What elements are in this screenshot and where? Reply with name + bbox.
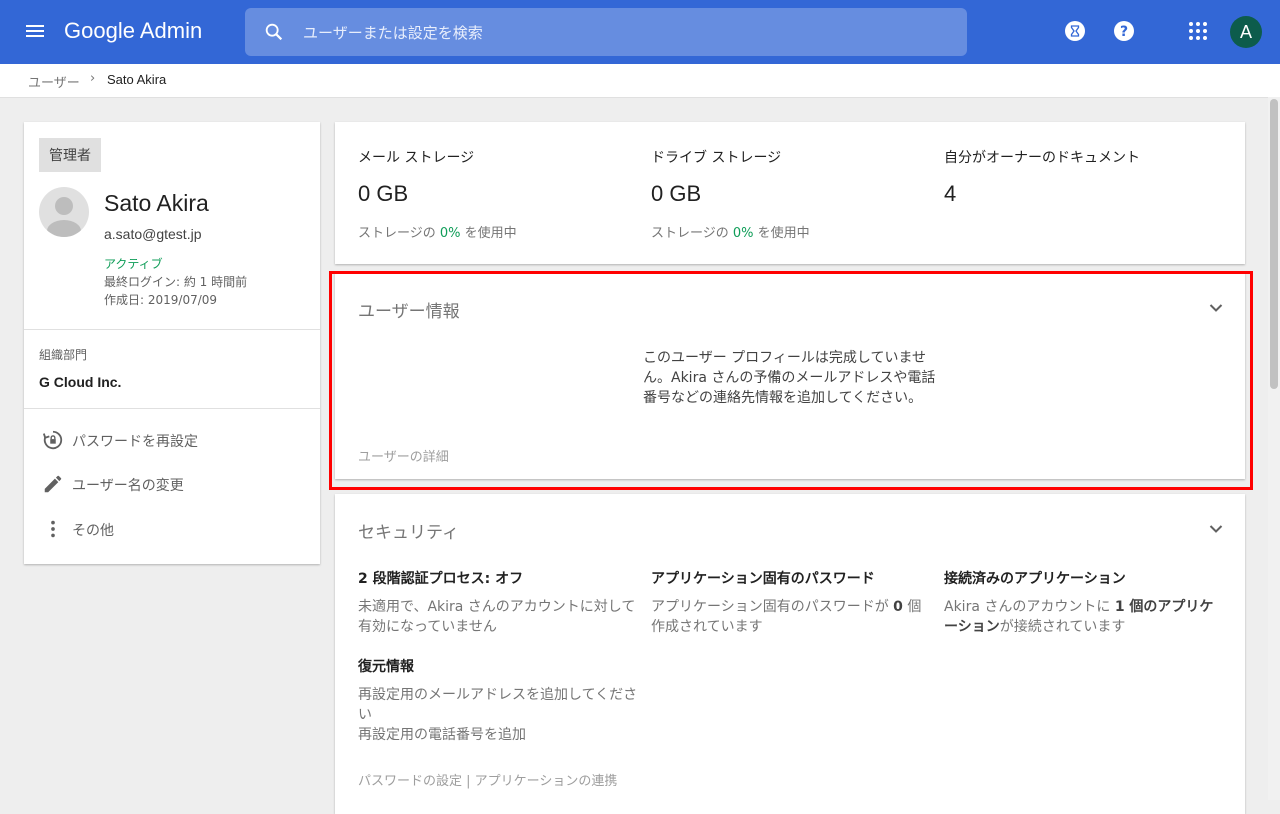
top-app-bar: Google Admin ? A <box>0 0 1280 64</box>
recovery-info[interactable]: 復元情報 再設定用のメールアドレスを追加してください 再設定用の電話番号を追加 <box>358 656 638 745</box>
mail-storage: メール ストレージ 0 GB ストレージの 0% を使用中 <box>358 147 638 241</box>
org-unit-value: G Cloud Inc. <box>39 374 122 390</box>
chevron-right-icon: › <box>90 71 96 86</box>
action-label: ユーザー名の変更 <box>72 478 184 494</box>
app-passwords-body: アプリケーション固有のパスワードが 0 個作成されています <box>651 599 922 635</box>
connected-apps[interactable]: 接続済みのアプリケーション Akira さんのアカウントに 1 個のアプリケーシ… <box>944 568 1224 637</box>
more-actions-button[interactable]: その他 <box>39 514 299 542</box>
storage-value: 4 <box>944 181 957 206</box>
search-box[interactable] <box>245 8 967 56</box>
storage-usage: ストレージの 0% を使用中 <box>651 226 810 241</box>
recovery-title: 復元情報 <box>358 659 414 675</box>
breadcrumb: ユーザー › Sato Akira <box>0 64 1280 98</box>
security-links: パスワードの設定 | アプリケーションの連携 <box>358 770 617 789</box>
connected-apps-body: Akira さんのアカウントに 1 個のアプリケーションが接続されています <box>944 599 1214 635</box>
status-label: アクティブ <box>104 257 163 271</box>
app-logo[interactable]: Google Admin <box>64 18 202 44</box>
two-step-body: 未適用で、Akira さんのアカウントに対して有効になっていません <box>358 599 636 635</box>
help-icon[interactable]: ? <box>1113 20 1135 42</box>
breadcrumb-current: Sato Akira <box>107 72 167 87</box>
security-card[interactable]: セキュリティ 2 段階認証プロセス: オフ 未適用で、Akira さんのアカウン… <box>335 494 1245 814</box>
pencil-icon <box>44 475 62 493</box>
action-label: その他 <box>72 523 114 539</box>
storage-value: 0 GB <box>358 181 409 206</box>
password-settings-link[interactable]: パスワードの設定 <box>358 774 462 789</box>
lock-reset-icon <box>42 430 63 450</box>
app-passwords[interactable]: アプリケーション固有のパスワード アプリケーション固有のパスワードが 0 個作成… <box>651 568 931 637</box>
user-info-card[interactable]: ユーザー情報 このユーザー プロフィールは完成していません。Akira さんの予… <box>335 273 1245 479</box>
recovery-email: 再設定用のメールアドレスを追加してください <box>358 687 638 723</box>
user-email: a.sato@gtest.jp <box>104 226 202 242</box>
drive-storage: ドライブ ストレージ 0 GB ストレージの 0% を使用中 <box>651 147 931 241</box>
two-step-title: 2 段階認証プロセス: オフ <box>358 571 524 587</box>
link-separator: | <box>462 774 475 789</box>
storage-title: 自分がオーナーのドキュメント <box>944 150 1140 166</box>
role-badge: 管理者 <box>39 138 101 172</box>
storage-title: ドライブ ストレージ <box>651 150 782 166</box>
chevron-down-icon[interactable] <box>1209 524 1223 534</box>
menu-icon[interactable] <box>24 22 46 42</box>
user-details-link[interactable]: ユーザーの詳細 <box>358 446 449 465</box>
breadcrumb-users[interactable]: ユーザー <box>28 72 80 91</box>
section-title: ユーザー情報 <box>358 302 460 322</box>
recovery-body: 再設定用のメールアドレスを追加してください 再設定用の電話番号を追加 <box>358 685 638 745</box>
apps-grid-icon[interactable] <box>1187 20 1209 42</box>
search-icon <box>265 23 283 41</box>
profile-incomplete-message: このユーザー プロフィールは完成していません。Akira さんの予備のメールアド… <box>643 350 936 406</box>
storage-usage: ストレージの 0% を使用中 <box>358 226 517 241</box>
divider <box>24 408 320 409</box>
app-passwords-title: アプリケーション固有のパスワード <box>651 571 875 587</box>
account-avatar[interactable]: A <box>1230 16 1262 48</box>
rename-user-button[interactable]: ユーザー名の変更 <box>39 469 299 497</box>
storage-value: 0 GB <box>651 181 702 206</box>
svg-text:?: ? <box>1120 24 1128 40</box>
scrollbar[interactable] <box>1268 97 1280 800</box>
storage-card: メール ストレージ 0 GB ストレージの 0% を使用中 ドライブ ストレージ… <box>335 122 1245 264</box>
app-connections-link[interactable]: アプリケーションの連携 <box>475 774 618 789</box>
user-name: Sato Akira <box>104 190 209 216</box>
reset-password-button[interactable]: パスワードを再設定 <box>39 425 299 453</box>
storage-title: メール ストレージ <box>358 150 475 166</box>
created-date: 作成日: 2019/07/09 <box>104 293 218 307</box>
search-input[interactable] <box>301 20 945 46</box>
last-login: 最終ログイン: 約 1 時間前 <box>104 275 248 289</box>
user-profile-card: 管理者 Sato Akira a.sato@gtest.jp アクティブ 最終ロ… <box>24 122 320 564</box>
hourglass-icon[interactable] <box>1064 20 1086 42</box>
section-title: セキュリティ <box>358 523 459 543</box>
connected-apps-title: 接続済みのアプリケーション <box>944 571 1126 587</box>
recovery-phone: 再設定用の電話番号を追加 <box>358 727 526 743</box>
divider <box>24 329 320 330</box>
user-avatar <box>39 187 89 237</box>
more-vert-icon <box>51 520 55 538</box>
owned-documents: 自分がオーナーのドキュメント 4 <box>944 147 1224 207</box>
action-label: パスワードを再設定 <box>72 434 198 450</box>
chevron-down-icon[interactable] <box>1209 303 1223 313</box>
org-unit-label: 組織部門 <box>39 348 88 362</box>
two-step-verification[interactable]: 2 段階認証プロセス: オフ 未適用で、Akira さんのアカウントに対して有効… <box>358 568 638 637</box>
scrollbar-thumb[interactable] <box>1270 99 1278 389</box>
